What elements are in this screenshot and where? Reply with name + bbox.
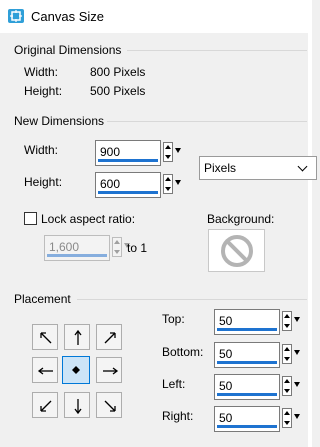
top-label: Top: — [162, 312, 185, 326]
right-label: Right: — [162, 409, 194, 423]
anchor-center-button[interactable] — [62, 356, 90, 384]
arrow-down-icon — [74, 399, 82, 415]
anchor-top-button[interactable] — [64, 324, 90, 350]
no-symbol-icon — [221, 235, 253, 267]
anchor-bottom-left-button[interactable] — [32, 392, 58, 418]
top-input[interactable]: 50 — [214, 309, 280, 335]
right-stepper[interactable] — [282, 408, 292, 428]
height-stepper[interactable] — [163, 174, 173, 194]
width-spinner[interactable]: 900 — [95, 140, 185, 166]
canvas-size-app-icon — [8, 9, 24, 23]
left-dropdown-arrow-icon[interactable] — [294, 382, 300, 387]
lock-aspect-ratio-label: Lock aspect ratio: — [41, 212, 136, 226]
top-dropdown-arrow-icon[interactable] — [294, 317, 300, 322]
left-spinner[interactable]: 50 — [214, 374, 304, 400]
arrow-down-right-icon — [104, 400, 116, 412]
value-bar — [217, 361, 277, 364]
anchor-top-right-button[interactable] — [96, 324, 122, 350]
chevron-down-icon — [297, 161, 308, 172]
new-dimensions-title: New Dimensions — [14, 114, 105, 128]
bottom-stepper[interactable] — [282, 344, 292, 364]
value-bar — [217, 393, 277, 396]
background-label: Background: — [207, 212, 275, 226]
value-bar — [47, 254, 107, 257]
top-spinner[interactable]: 50 — [214, 309, 304, 335]
right-dropdown-arrow-icon[interactable] — [294, 414, 300, 419]
ratio-suffix: to 1 — [127, 241, 148, 255]
height-input[interactable]: 600 — [95, 172, 161, 198]
section-divider — [127, 50, 307, 51]
background-color-swatch[interactable] — [208, 229, 265, 272]
aspect-ratio-input: 1,600 — [44, 235, 110, 261]
value-bar — [217, 425, 277, 428]
height-dropdown-arrow-icon[interactable] — [175, 180, 181, 185]
bottom-spinner[interactable]: 50 — [214, 342, 304, 368]
placement-title: Placement — [14, 292, 71, 306]
width-stepper[interactable] — [163, 142, 173, 162]
value-bar — [98, 191, 158, 194]
arrow-down-left-icon — [40, 400, 52, 412]
window-title: Canvas Size — [31, 9, 104, 24]
new-height-label: Height: — [24, 175, 63, 189]
anchor-dot-icon — [72, 366, 80, 374]
units-select[interactable]: Pixels — [199, 156, 317, 180]
section-divider — [77, 299, 307, 300]
arrow-up-right-icon — [104, 332, 116, 344]
top-stepper[interactable] — [282, 311, 292, 331]
value-bar — [98, 159, 158, 162]
dialog-edge — [308, 33, 312, 447]
original-width-value: 800 Pixels — [90, 65, 146, 79]
left-input[interactable]: 50 — [214, 374, 280, 400]
arrow-left-icon — [37, 367, 53, 375]
left-stepper[interactable] — [282, 376, 292, 396]
value-bar — [217, 328, 277, 331]
original-width-label: Width: — [24, 65, 59, 79]
width-dropdown-arrow-icon[interactable] — [175, 148, 181, 153]
arrow-right-icon — [103, 367, 119, 375]
bottom-label: Bottom: — [162, 345, 204, 359]
aspect-ratio-spinner: 1,600 — [44, 235, 134, 261]
right-input[interactable]: 50 — [214, 406, 280, 432]
bottom-dropdown-arrow-icon[interactable] — [294, 350, 300, 355]
aspect-ratio-stepper — [112, 237, 122, 257]
section-divider — [107, 121, 307, 122]
original-height-value: 500 Pixels — [90, 84, 146, 98]
arrow-up-left-icon — [40, 332, 52, 344]
anchor-left-button[interactable] — [32, 357, 58, 383]
anchor-bottom-button[interactable] — [64, 392, 90, 418]
left-label: Left: — [162, 377, 186, 391]
original-height-label: Height: — [24, 84, 63, 98]
original-dimensions-title: Original Dimensions — [14, 43, 122, 57]
bottom-input[interactable]: 50 — [214, 342, 280, 368]
anchor-bottom-right-button[interactable] — [96, 392, 122, 418]
right-spinner[interactable]: 50 — [214, 406, 304, 432]
height-spinner[interactable]: 600 — [95, 172, 185, 198]
anchor-top-left-button[interactable] — [32, 324, 58, 350]
title-bar: Canvas Size — [0, 0, 312, 33]
lock-aspect-ratio-checkbox[interactable] — [24, 212, 37, 225]
anchor-right-button[interactable] — [96, 357, 122, 383]
new-width-label: Width: — [24, 143, 59, 157]
width-input[interactable]: 900 — [95, 140, 161, 166]
arrow-up-icon — [74, 329, 82, 345]
